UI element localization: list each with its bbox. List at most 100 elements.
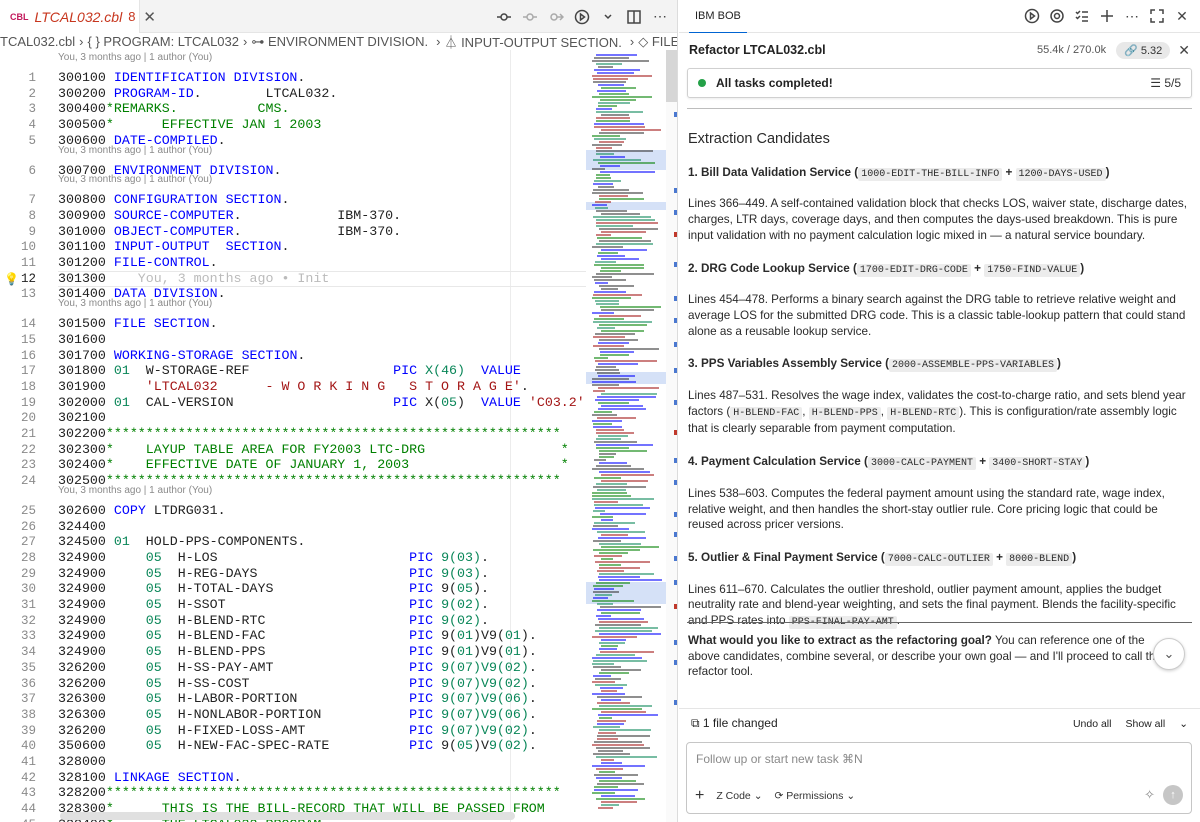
vertical-scrollbar[interactable] bbox=[666, 50, 677, 822]
minimap[interactable] bbox=[586, 50, 666, 822]
close-icon[interactable]: ✕ bbox=[1178, 42, 1190, 59]
code-line[interactable]: 300400*REMARKS. CMS. bbox=[58, 101, 289, 117]
code-line[interactable]: 324900 05 H-LOS PIC 9(03). bbox=[58, 550, 489, 566]
code-line[interactable]: 324400 bbox=[58, 519, 106, 535]
code-line[interactable]: 300100 IDENTIFICATION DIVISION. bbox=[58, 70, 305, 86]
undo-all-button[interactable]: Undo all bbox=[1073, 718, 1112, 730]
minimap-line bbox=[597, 702, 630, 704]
blame-annotation[interactable]: You, 3 months ago | 1 author (You) bbox=[58, 173, 212, 187]
more-icon[interactable]: ⋯ bbox=[1122, 6, 1142, 26]
code-line[interactable]: 324900 05 H-SSOT PIC 9(02). bbox=[58, 597, 489, 613]
line-number: 43 bbox=[20, 786, 36, 801]
git-commit-icon[interactable] bbox=[520, 7, 540, 27]
code-area[interactable]: You, 3 months ago | 1 author (You) 1 30010… bbox=[0, 50, 593, 822]
code-line[interactable]: 302200**********************************… bbox=[58, 426, 561, 442]
close-icon[interactable]: ✕ bbox=[1172, 6, 1192, 26]
code-line[interactable]: 326300 05 H-NONLABOR-PORTION PIC 9(07)V9… bbox=[58, 707, 537, 723]
scrollbar-thumb[interactable] bbox=[666, 50, 677, 102]
lightbulb-icon[interactable]: 💡 bbox=[4, 272, 19, 287]
chevron-down-icon[interactable] bbox=[598, 7, 618, 27]
code-line[interactable]: 324900 05 H-REG-DAYS PIC 9(03). bbox=[58, 566, 489, 582]
blame-annotation[interactable]: You, 3 months ago | 1 author (You) bbox=[58, 51, 212, 65]
show-all-button[interactable]: Show all bbox=[1125, 718, 1165, 730]
blame-annotation[interactable]: You, 3 months ago | 1 author (You) bbox=[58, 297, 212, 311]
chevron-down-icon[interactable]: ⌄ bbox=[1179, 718, 1188, 730]
minimap-line bbox=[593, 78, 628, 80]
plus-icon[interactable] bbox=[1097, 6, 1117, 26]
task-list-icon[interactable] bbox=[1072, 6, 1092, 26]
code-line[interactable]: 324500 01 HOLD-PPS-COMPONENTS. bbox=[58, 534, 305, 550]
chat-input-box[interactable]: + Z Code ⌄ ⟳ Permissions ⌄ ✧ ↑ bbox=[686, 742, 1192, 814]
code-line[interactable]: 301000 OBJECT-COMPUTER. IBM-370. bbox=[58, 224, 401, 240]
blame-annotation[interactable]: You, 3 months ago | 1 author (You) bbox=[58, 144, 212, 158]
code-line[interactable]: 302000 01 CAL-VERSION PIC X(05) VALUE 'C… bbox=[58, 395, 593, 411]
blame-annotation[interactable]: You, 3 months ago | 1 author (You) bbox=[58, 484, 212, 498]
panel-tabbar: IBM BOB ⋯ ✕ bbox=[679, 0, 1200, 33]
message-body: Extraction Candidates 1. Bill Data Valid… bbox=[688, 120, 1190, 648]
minimap-line bbox=[598, 105, 617, 107]
minimap-line bbox=[601, 639, 626, 641]
editor-tab-ltcal032[interactable]: CBL LTCAL032.cbl 8 ✕ bbox=[0, 0, 156, 33]
add-context-button[interactable]: + bbox=[695, 787, 704, 805]
code-line[interactable]: 324900 05 H-BLEND-PPS PIC 9(01)V9(01). bbox=[58, 644, 537, 660]
breadcrumb-io-section[interactable]: ⏃ INPUT-OUTPUT SECTION. bbox=[444, 33, 625, 50]
followup-input[interactable] bbox=[696, 750, 1176, 768]
scroll-down-button[interactable]: ⌄ bbox=[1153, 638, 1185, 670]
code-line[interactable]: 300800 CONFIGURATION SECTION. bbox=[58, 192, 289, 208]
code-line[interactable]: 301100 INPUT-OUTPUT SECTION. bbox=[58, 239, 289, 255]
minimap-line bbox=[592, 312, 614, 314]
minimap-line bbox=[593, 591, 619, 593]
git-compare-icon[interactable] bbox=[494, 7, 514, 27]
tab-ibm-bob[interactable]: IBM BOB bbox=[689, 0, 747, 33]
code-line[interactable]: 300900 SOURCE-COMPUTER. IBM-370. bbox=[58, 208, 401, 224]
code-line[interactable]: 301800 01 W-STORAGE-REF PIC X(46) VALUE bbox=[58, 363, 521, 379]
code-line[interactable]: 301700 WORKING-STORAGE SECTION. bbox=[58, 348, 305, 364]
code-line[interactable]: 302600 COPY LTDRG031. bbox=[58, 503, 226, 519]
breadcrumb-environment[interactable]: ⊶ ENVIRONMENT DIVISION. bbox=[251, 34, 432, 50]
maximize-icon[interactable] bbox=[1147, 6, 1167, 26]
code-line[interactable]: 302100 bbox=[58, 410, 106, 426]
send-button[interactable]: ↑ bbox=[1163, 785, 1183, 805]
code-line[interactable]: 328200**********************************… bbox=[58, 785, 561, 801]
code-line[interactable]: 301900 'LTCAL032 - W O R K I N G S T O R… bbox=[58, 379, 529, 395]
code-line[interactable]: 326200 05 H-FIXED-LOSS-AMT PIC 9(07)V9(0… bbox=[58, 723, 537, 739]
code-line[interactable]: 301200 FILE-CONTROL. bbox=[58, 255, 218, 271]
code-line[interactable]: 324900 05 H-TOTAL-DAYS PIC 9(05). bbox=[58, 581, 489, 597]
code-line[interactable]: 326200 05 H-SS-COST PIC 9(07)V9(02). bbox=[58, 676, 537, 692]
breadcrumb-file-control[interactable]: ◇ FILE-CONTROL. bbox=[638, 34, 677, 50]
files-changed-bar[interactable]: ⧉ 1 file changed Undo all Show all ⌄ bbox=[679, 708, 1200, 738]
code-line[interactable]: 328000 bbox=[58, 754, 106, 770]
close-icon[interactable]: ✕ bbox=[143, 8, 156, 26]
split-editor-icon[interactable] bbox=[624, 7, 644, 27]
code-line[interactable]: 300200 PROGRAM-ID. LTCAL032. bbox=[58, 86, 337, 102]
code-line[interactable]: 326200 05 H-SS-PAY-AMT PIC 9(07)V9(02). bbox=[58, 660, 537, 676]
code-line[interactable]: 301600 bbox=[58, 332, 106, 348]
gear-icon[interactable] bbox=[1047, 6, 1067, 26]
git-next-icon[interactable] bbox=[546, 7, 566, 27]
code-line[interactable]: 301500 FILE SECTION. bbox=[58, 316, 218, 332]
code-line[interactable]: 328100 LINKAGE SECTION. bbox=[58, 770, 242, 786]
code-line[interactable]: 326300 05 H-LABOR-PORTION PIC 9(07)V9(06… bbox=[58, 691, 537, 707]
minimap-line bbox=[595, 333, 635, 335]
permissions-selector[interactable]: ⟳ Permissions ⌄ bbox=[775, 790, 856, 802]
candidate-title: 1. Bill Data Validation Service (1000-ED… bbox=[688, 165, 1110, 181]
minimap-line bbox=[593, 345, 624, 347]
code-line[interactable]: 324900 05 H-BLEND-FAC PIC 9(01)V9(01). bbox=[58, 628, 537, 644]
horizontal-scrollbar[interactable] bbox=[60, 812, 515, 820]
sparkle-icon[interactable]: ✧ bbox=[1144, 787, 1155, 803]
code-line[interactable]: 324900 05 H-BLEND-RTC PIC 9(02). bbox=[58, 613, 489, 629]
play-icon[interactable] bbox=[1022, 6, 1042, 26]
more-icon[interactable]: ⋯ bbox=[650, 7, 670, 27]
task-status-bar[interactable]: All tasks completed! ☰ 5/5 bbox=[687, 68, 1192, 98]
mode-selector[interactable]: Z Code ⌄ bbox=[716, 790, 762, 802]
breadcrumb-program[interactable]: { } PROGRAM: LTCAL032 bbox=[88, 34, 240, 49]
code-line[interactable]: 350600 05 H-NEW-FAC-SPEC-RATE PIC 9(05)V… bbox=[58, 738, 537, 754]
breadcrumb-file[interactable]: TCAL032.cbl bbox=[0, 34, 75, 49]
minimap-line bbox=[594, 57, 629, 59]
code-line[interactable]: 302300* LAYUP TABLE AREA FOR FY2003 LTC-… bbox=[58, 442, 569, 458]
run-debug-icon[interactable] bbox=[572, 7, 592, 27]
code-line[interactable]: 301300 You, 3 months ago • Init bbox=[58, 271, 329, 287]
code-line[interactable]: 300500* EFFECTIVE JAN 1 2003 bbox=[58, 117, 321, 133]
minimap-line bbox=[599, 339, 638, 341]
code-line[interactable]: 302400* EFFECTIVE DATE OF JANUARY 1, 200… bbox=[58, 457, 569, 473]
